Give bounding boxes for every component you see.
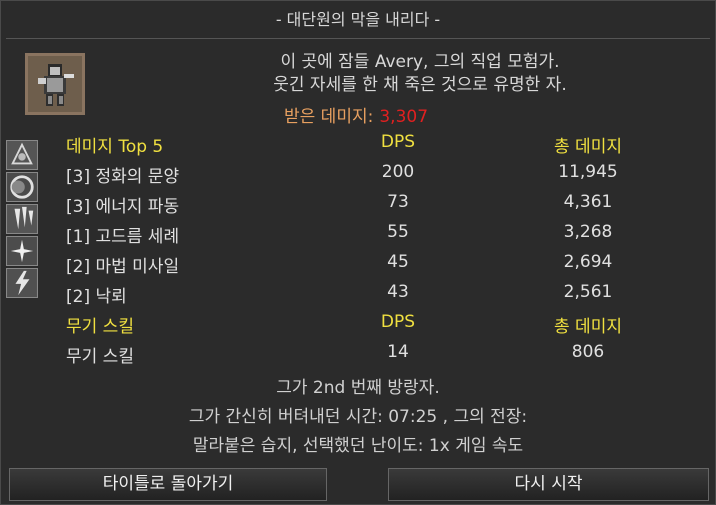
skill-name: [2] 마법 미사일 <box>66 257 180 277</box>
skill-dps: 43 <box>387 282 409 302</box>
skill-row: [3] 정화의 문양 200 11,945 <box>0 162 716 187</box>
battlefield-difficulty: 말라붙은 습지, 선택했던 난이도: 1x 게임 속도 <box>192 436 524 456</box>
skill-name: [3] 정화의 문양 <box>66 167 180 187</box>
header-weapon-dps: DPS <box>380 312 416 332</box>
skill-name: [3] 에너지 파동 <box>66 197 180 217</box>
skills-table-header: 데미지 Top 5 DPS 총 데미지 <box>0 132 716 157</box>
skill-total-damage: 4,361 <box>563 192 613 212</box>
weapon-skill-name: 무기 스킬 <box>66 347 134 367</box>
skill-row: [1] 고드름 세례 55 3,268 <box>0 222 716 247</box>
header-weapon-total: 총 데미지 <box>554 317 622 337</box>
header-weapon-skill: 무기 스킬 <box>66 317 134 337</box>
restart-button[interactable]: 다시 시작 <box>388 468 709 501</box>
wanderer-count: 그가 2nd 번째 방랑자. <box>276 378 440 398</box>
skill-name: [1] 고드름 세례 <box>66 227 180 247</box>
adventurer-sprite-icon <box>28 56 82 112</box>
skill-total-damage: 2,561 <box>563 282 613 302</box>
header-skill-name: 데미지 Top 5 <box>66 137 164 157</box>
survival-time: 그가 간신히 버텨내던 시간: 07:25 , 그의 전장: <box>188 407 528 427</box>
back-to-title-button[interactable]: 타이틀로 돌아가기 <box>9 468 327 501</box>
panel-title-text: - 대단원의 막을 내리다 - <box>275 10 441 29</box>
skill-row: [2] 낙뢰 43 2,561 <box>0 282 716 307</box>
skill-total-damage: 11,945 <box>558 162 618 182</box>
weapon-skill-row: 무기 스킬 14 806 <box>0 342 716 367</box>
weapon-table-header: 무기 스킬 DPS 총 데미지 <box>0 312 716 337</box>
skill-row: [2] 마법 미사일 45 2,694 <box>0 252 716 277</box>
epitaph-line-1: 이 곳에 잠들 Avery, 그의 직업 모험가. <box>280 52 560 72</box>
skill-dps: 55 <box>387 222 409 242</box>
header-total-damage: 총 데미지 <box>554 137 622 157</box>
skill-dps: 200 <box>381 162 415 182</box>
damage-received-value: 3,307 <box>379 107 429 127</box>
skill-dps: 45 <box>387 252 409 272</box>
header-dps: DPS <box>380 132 416 152</box>
damage-received-label: 받은 데미지: <box>284 107 374 127</box>
title-divider <box>6 38 710 39</box>
skill-total-damage: 2,694 <box>563 252 613 272</box>
epitaph-line-2: 웃긴 자세를 한 채 죽은 것으로 유명한 자. <box>273 75 567 95</box>
damage-received: 받은 데미지: 3,307 <box>284 102 428 127</box>
skill-name: [2] 낙뢰 <box>66 287 127 307</box>
character-portrait <box>25 53 85 115</box>
panel-title: - 대단원의 막을 내리다 - <box>0 0 716 39</box>
skill-row: [3] 에너지 파동 73 4,361 <box>0 192 716 217</box>
skill-dps: 73 <box>387 192 409 212</box>
skill-total-damage: 3,268 <box>563 222 613 242</box>
weapon-skill-total: 806 <box>571 342 605 362</box>
weapon-skill-dps: 14 <box>387 342 409 362</box>
